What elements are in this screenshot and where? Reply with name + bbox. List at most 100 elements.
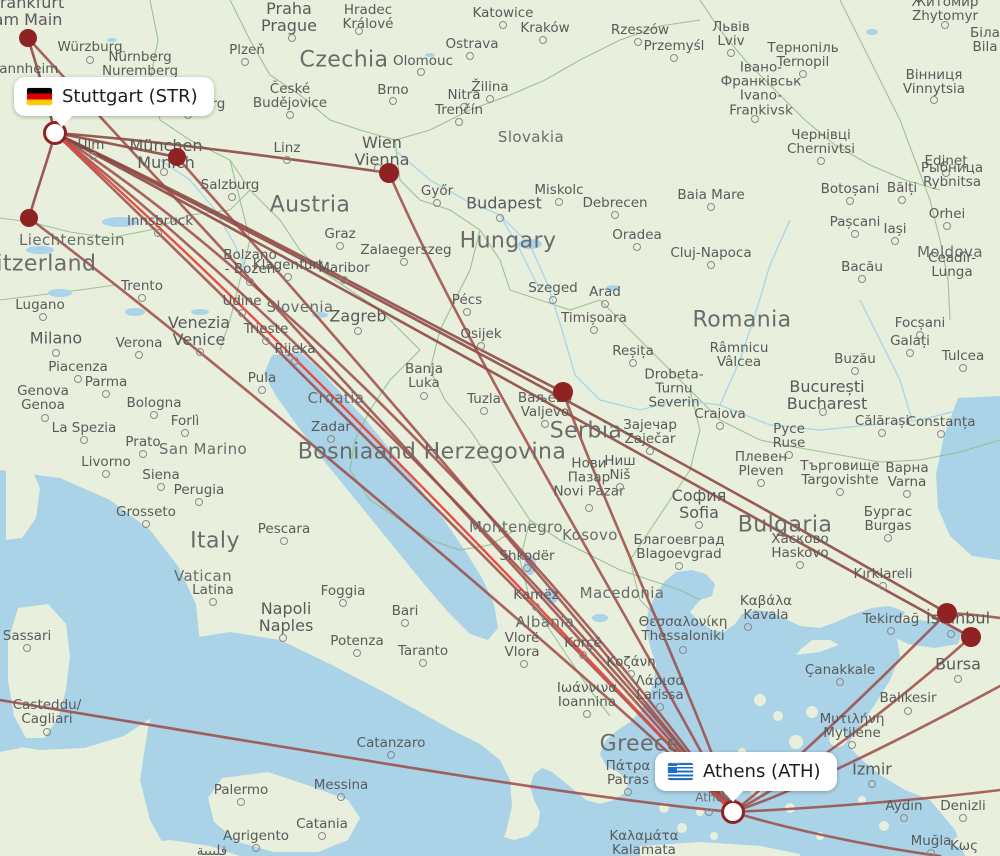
city-label: Shkodër — [499, 547, 555, 564]
country-label: Austria — [269, 192, 351, 218]
city-label: Ulm — [77, 136, 105, 153]
city-label: Würzburg — [57, 38, 123, 55]
city-label: قليبية — [196, 842, 228, 856]
city-dot-icon — [943, 222, 951, 230]
city-dot-icon — [477, 342, 485, 350]
city-dot-icon — [337, 793, 345, 801]
city-dot-icon — [389, 97, 397, 105]
city-dot-icon — [420, 392, 428, 400]
airport-hub-marker[interactable] — [168, 148, 186, 166]
city-dot-icon — [241, 58, 249, 66]
city-dot-icon — [43, 728, 51, 736]
city-dot-icon — [354, 327, 362, 335]
city-label: Aydın — [885, 797, 923, 814]
city-dot-icon — [246, 278, 254, 286]
city-dot-icon — [181, 429, 189, 437]
city-dot-icon — [89, 152, 97, 160]
city-label: Ceadîr- Lunga — [928, 249, 976, 280]
city-label: Търговище Targovishte — [800, 457, 880, 488]
flight-route-map[interactable]: .land{fill:#e8efdc;} .bord{fill:none;str… — [0, 0, 1000, 856]
city-label: Λάρισα Larissa — [635, 672, 685, 703]
city-label: Pécs — [451, 291, 483, 308]
city-dot-icon — [138, 294, 146, 302]
city-dot-icon — [283, 156, 291, 164]
city-dot-icon — [959, 364, 967, 372]
city-label: Genova Genoa — [17, 382, 69, 413]
city-dot-icon — [707, 261, 715, 269]
city-dot-icon — [419, 659, 427, 667]
airport-endpoint-marker[interactable] — [721, 800, 745, 824]
city-dot-icon — [879, 582, 887, 590]
city-label: Klagenfurt — [252, 256, 324, 273]
city-dot-icon — [590, 326, 598, 334]
city-dot-icon — [851, 367, 859, 375]
country-label: Serbia — [549, 418, 623, 444]
city-label: La Spezia — [51, 419, 117, 436]
city-dot-icon — [74, 375, 82, 383]
city-dot-icon — [86, 56, 94, 64]
city-label: Constanța — [906, 413, 976, 430]
city-label: Ниш Niš — [604, 452, 636, 483]
city-dot-icon — [670, 54, 678, 62]
tooltip-tail — [722, 790, 744, 802]
destination-tooltip[interactable]: Athens (ATH) — [655, 752, 837, 802]
country-label: Kosovo — [562, 526, 618, 545]
city-label: Prato — [125, 433, 161, 450]
city-label: Forlì — [170, 412, 200, 429]
airport-hub-marker[interactable] — [20, 209, 38, 227]
airport-hub-marker[interactable] — [553, 382, 573, 402]
city-dot-icon — [601, 300, 609, 308]
city-label: Plzeň — [229, 41, 265, 58]
city-dot-icon — [52, 349, 60, 357]
city-label: Milano — [29, 328, 83, 348]
city-dot-icon — [942, 169, 950, 177]
city-dot-icon — [846, 197, 854, 205]
city-label: Καλαμάτα Kalamata — [609, 827, 679, 856]
city-dot-icon — [900, 814, 908, 822]
country-label: Czechia — [299, 47, 389, 73]
city-label: Siena — [142, 466, 180, 483]
city-dot-icon — [209, 598, 217, 606]
city-label: Balıkesir — [879, 689, 937, 706]
country-label: Bulgaria — [737, 512, 833, 538]
airport-hub-marker[interactable] — [937, 603, 957, 623]
city-dot-icon — [624, 788, 632, 796]
country-label: Italy — [190, 528, 240, 554]
city-dot-icon — [417, 68, 425, 76]
city-label: Catania — [296, 815, 348, 832]
city-dot-icon — [903, 490, 911, 498]
city-dot-icon — [252, 844, 260, 852]
airport-hub-marker[interactable] — [19, 29, 37, 47]
origin-tooltip-label: Stuttgart (STR) — [62, 86, 198, 107]
city-label: Kraków — [520, 19, 570, 36]
city-dot-icon — [906, 349, 914, 357]
city-dot-icon — [195, 498, 203, 506]
city-label: Wien Vienna — [354, 133, 410, 169]
city-label: Rijeka — [274, 340, 316, 357]
city-dot-icon — [675, 562, 683, 570]
city-dot-icon — [757, 479, 765, 487]
flag-greece-icon — [668, 763, 693, 780]
city-label: Katowice — [472, 4, 534, 21]
city-label: Нови Пазар Novi Pazar — [553, 455, 625, 501]
city-dot-icon — [237, 798, 245, 806]
city-label: Foggia — [320, 582, 366, 599]
city-label: Kırklareli — [853, 565, 913, 582]
city-dot-icon — [238, 309, 246, 317]
city-label: Râmnicu Vâlcea — [709, 339, 769, 370]
city-label: Rzeszów — [610, 21, 670, 38]
city-label: Mannheim — [0, 60, 59, 77]
city-dot-icon — [80, 436, 88, 444]
city-label: Благоевград Blagoevgrad — [633, 531, 725, 562]
city-dot-icon — [353, 649, 361, 657]
city-label: Budapest — [466, 193, 542, 213]
city-dot-icon — [916, 331, 924, 339]
origin-tooltip[interactable]: Stuttgart (STR) — [14, 77, 214, 127]
city-label: Taranto — [397, 642, 449, 659]
city-label: Przemyśl — [643, 37, 705, 54]
city-label: Craiova — [694, 405, 746, 422]
airport-hub-marker[interactable] — [379, 163, 399, 183]
airport-hub-marker[interactable] — [961, 627, 981, 647]
city-label: Pașcani — [829, 213, 881, 230]
city-label: České Budějovice — [252, 80, 328, 111]
